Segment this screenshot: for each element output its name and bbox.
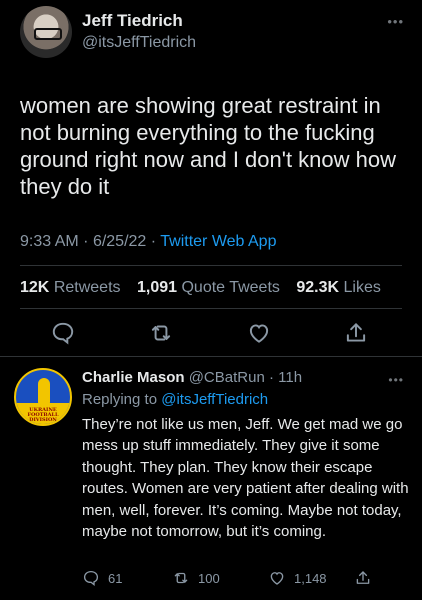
more-icon[interactable]: ••• xyxy=(387,14,404,29)
tweet-text: women are showing great restraint in not… xyxy=(20,93,396,199)
tweet-time: 9:33 AM xyxy=(20,233,79,250)
like-icon xyxy=(270,572,284,585)
reply-icon xyxy=(83,570,99,586)
quotes-count: 1,091 xyxy=(136,279,178,296)
reply-header: Charlie Mason @CBatRun · 11h xyxy=(82,369,302,386)
reply-avatar[interactable]: UKRAINE FOOTBALL DIVISION xyxy=(14,368,72,426)
avatar[interactable] xyxy=(20,6,72,58)
share-icon[interactable] xyxy=(343,320,369,346)
likes-stat[interactable]: 92.3K Likes xyxy=(296,279,381,296)
reply-share-button[interactable] xyxy=(354,568,372,588)
replying-to: Replying to @itsJeffTiedrich xyxy=(82,391,268,408)
retweet-icon[interactable] xyxy=(148,320,174,346)
like-count: 1,148 xyxy=(294,570,327,586)
like-icon[interactable] xyxy=(246,320,272,346)
retweets-stat[interactable]: 12K Retweets xyxy=(20,279,121,296)
share-icon xyxy=(356,571,370,584)
replying-label: Replying to xyxy=(82,391,158,408)
reply-author-name[interactable]: Charlie Mason xyxy=(82,369,185,386)
tweet-date: 6/25/22 xyxy=(92,233,147,250)
tweet-app-link[interactable]: Twitter Web App xyxy=(160,233,276,250)
retweet-icon xyxy=(174,572,188,584)
reply-separator: · xyxy=(268,369,274,386)
author-handle[interactable]: @itsJeffTiedrich xyxy=(82,34,196,52)
likes-label: Likes xyxy=(343,279,381,296)
divider xyxy=(20,308,402,309)
replying-to-link[interactable]: @itsJeffTiedrich xyxy=(161,391,268,408)
reply-tweet[interactable]: UKRAINE FOOTBALL DIVISION Charlie Mason … xyxy=(0,360,422,600)
divider xyxy=(0,356,422,357)
retweets-count: 12K xyxy=(20,279,50,296)
meta-separator: · xyxy=(83,233,89,250)
meta-separator: · xyxy=(150,233,157,250)
likes-count: 92.3K xyxy=(296,279,340,296)
reply-text: They’re not like us men, Jeff. We get ma… xyxy=(82,416,409,541)
tweet-meta: 9:33 AM · 6/25/22 · Twitter Web App xyxy=(20,233,276,251)
more-icon[interactable]: ••• xyxy=(388,373,404,387)
reply-author-handle[interactable]: @CBatRun xyxy=(189,369,265,386)
quotes-label: Quote Tweets xyxy=(181,279,280,296)
reply-count: 61 xyxy=(108,570,123,586)
avatar-text: UKRAINE FOOTBALL DIVISION xyxy=(27,407,59,423)
reply-like-button[interactable]: 1,148 xyxy=(268,568,327,588)
reply-reply-button[interactable]: 61 xyxy=(82,568,122,588)
engagement-stats: 12K Retweets 1,091 Quote Tweets 92.3K Li… xyxy=(20,279,381,297)
retweets-label: Retweets xyxy=(53,279,121,296)
tweet-actions xyxy=(0,320,422,346)
reply-time[interactable]: 11h xyxy=(278,369,302,386)
author-name[interactable]: Jeff Tiedrich xyxy=(82,11,183,31)
reply-retweet-button[interactable]: 100 xyxy=(172,568,220,588)
divider xyxy=(20,265,402,266)
quotes-stat[interactable]: 1,091 Quote Tweets xyxy=(137,279,280,296)
reply-icon[interactable] xyxy=(50,320,76,346)
retweet-count: 100 xyxy=(198,570,220,586)
reply-actions: 61 100 1,148 xyxy=(82,568,412,588)
avatar-figure xyxy=(38,378,50,404)
